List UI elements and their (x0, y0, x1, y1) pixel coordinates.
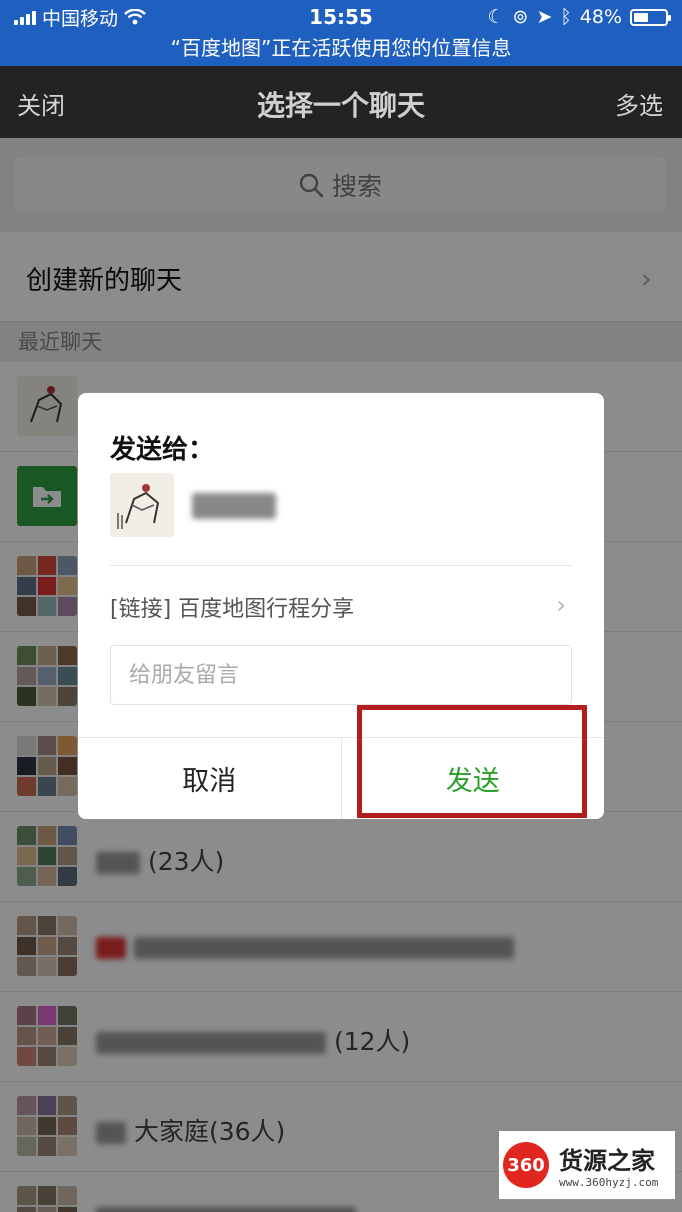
multi-select-button[interactable]: 多选 (615, 86, 663, 121)
page-title: 选择一个聊天 (256, 89, 425, 122)
brand-name: 货源之家 (559, 1147, 655, 1175)
dialog-title: 发送给： (110, 435, 215, 465)
watermark: 360 货源之家 www.360hyzj.com (499, 1131, 675, 1199)
recipient-name (192, 493, 276, 519)
annotation-highlight-box (357, 705, 587, 818)
brand-url: www.360hyzj.com (559, 1176, 659, 1189)
location-arrow-icon: ➤ (536, 6, 553, 28)
nav-bar: 关闭 选择一个聊天 多选 (0, 66, 682, 138)
moon-icon: ☾ (487, 6, 505, 28)
brand-logo: 360 (503, 1142, 549, 1188)
status-bar: 中国移动 ☾ ⊚ ➤ ᛒ 48% 15:55 “百度地图”正在活跃使用您的位置信… (0, 0, 682, 66)
divider (110, 565, 572, 566)
recipient-avatar (110, 473, 174, 537)
wifi-icon (124, 9, 146, 25)
cancel-button[interactable]: 取消 (78, 738, 342, 819)
shared-link-title[interactable]: [链接] 百度地图行程分享 (110, 591, 354, 623)
rotation-lock-icon: ⊚ (512, 6, 529, 28)
message-input[interactable] (110, 645, 572, 705)
location-banner[interactable]: “百度地图”正在活跃使用您的位置信息 (0, 32, 682, 64)
battery-icon (630, 8, 671, 26)
chevron-right-icon: › (556, 591, 566, 619)
battery-percent: 48% (579, 6, 622, 28)
bluetooth-icon: ᛒ (560, 6, 572, 28)
carrier-label: 中国移动 (42, 7, 119, 30)
signal-icon (14, 9, 36, 25)
